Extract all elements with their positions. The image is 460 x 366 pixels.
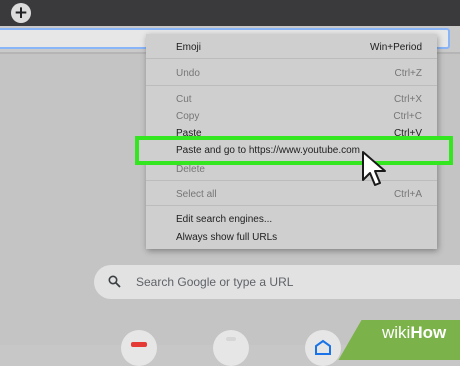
menu-separator: [146, 180, 437, 181]
search-icon: [108, 275, 121, 293]
menu-item-shortcut: Ctrl+Z: [394, 68, 423, 79]
menu-item-edit-search-engines[interactable]: Edit search engines...: [146, 211, 437, 229]
menu-separator: [146, 85, 437, 86]
menu-item-copy[interactable]: Copy Ctrl+C: [146, 108, 437, 126]
menu-item-label: Select all: [176, 189, 217, 200]
menu-item-shortcut: Ctrl+X: [393, 94, 422, 105]
shortcut-tile[interactable]: [305, 330, 341, 366]
menu-item-label: Paste and go to https://www.youtube.com: [176, 145, 360, 156]
menu-item-label: Edit search engines...: [176, 214, 273, 225]
menu-item-select-all[interactable]: Select all Ctrl+A: [146, 186, 437, 204]
new-tab-button[interactable]: +: [11, 3, 31, 23]
menu-item-label: Copy: [176, 111, 200, 122]
menu-item-label: Cut: [176, 94, 192, 105]
menu-item-emoji[interactable]: Emoji Win+Period: [146, 39, 437, 57]
shortcut-tile-youtube[interactable]: [121, 330, 157, 366]
menu-separator: [146, 205, 437, 206]
menu-item-label: Always show full URLs: [176, 232, 278, 243]
menu-item-cut[interactable]: Cut Ctrl+X: [146, 91, 437, 109]
logo-text-how: How: [410, 323, 447, 342]
menu-item-undo[interactable]: Undo Ctrl+Z: [146, 65, 437, 83]
search-placeholder: Search Google or type a URL: [136, 275, 294, 289]
tab-strip: +: [0, 0, 460, 26]
shortcut-icon: [226, 337, 236, 341]
menu-item-label: Undo: [176, 68, 200, 79]
menu-item-label: Emoji: [176, 42, 202, 53]
menu-separator: [146, 58, 437, 59]
mouse-pointer-icon: [361, 150, 389, 195]
menu-item-label: Delete: [176, 164, 205, 175]
logo-text-wiki: wiki: [382, 323, 411, 342]
menu-item-always-show-full-urls[interactable]: Always show full URLs: [146, 229, 437, 247]
menu-item-shortcut: Ctrl+C: [393, 111, 422, 122]
menu-item-shortcut: Ctrl+A: [393, 189, 422, 200]
menu-item-paste-and-go[interactable]: Paste and go to https://www.youtube.com: [135, 136, 453, 165]
search-box[interactable]: Search Google or type a URL: [94, 265, 460, 299]
wikihow-logo: wikiHow: [382, 323, 446, 343]
shortcut-tile[interactable]: [213, 330, 249, 366]
menu-item-shortcut: Win+Period: [370, 42, 422, 53]
site-icon: [315, 339, 331, 355]
